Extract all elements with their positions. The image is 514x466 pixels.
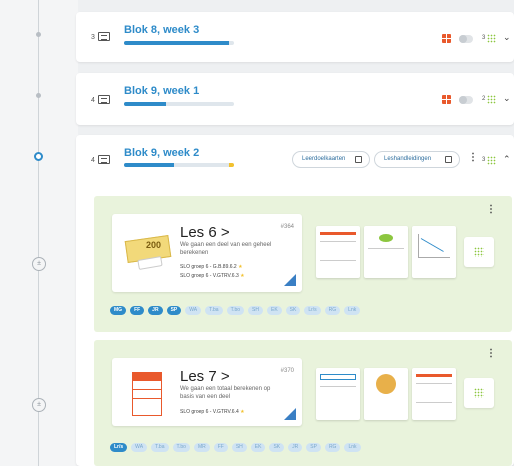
tag-chip[interactable]: Lnk <box>344 306 361 315</box>
blok-title[interactable]: Blok 9, week 1 <box>124 85 199 97</box>
tag-chip[interactable]: SP <box>306 443 321 452</box>
tag-chip[interactable]: MG <box>110 306 127 315</box>
book-icon <box>98 95 110 104</box>
timeline-line <box>38 0 39 466</box>
lesson-number: #370 <box>280 368 294 374</box>
grid-icon <box>474 388 484 398</box>
book-icon <box>98 32 110 41</box>
tag-chip[interactable]: WA <box>185 306 202 315</box>
book-icon <box>445 156 452 163</box>
chevron-down-icon[interactable]: ⌄ <box>503 93 511 104</box>
lesson-more-menu-icon[interactable]: ⋮ <box>486 348 496 359</box>
worksheet-thumbnail[interactable] <box>316 226 360 278</box>
slo-goal: SLO groep 6 - V.GTRV.6.3 ★ <box>180 273 245 279</box>
tag-chip[interactable]: EK <box>266 306 282 315</box>
slo-goal: SLO groep 6 - G.B.89.6.2 ★ <box>180 264 243 270</box>
chevron-down-icon[interactable]: ⌄ <box>503 32 511 43</box>
tag-chip[interactable]: Lr/s <box>304 306 321 315</box>
worksheet-thumbnail[interactable] <box>364 368 408 420</box>
grid-count: 3 <box>482 35 486 41</box>
lesson-number: #364 <box>280 224 294 230</box>
tag-chip[interactable]: JR <box>288 443 303 452</box>
tag-chip[interactable]: WA <box>131 443 148 452</box>
chevron-up-icon[interactable]: ⌃ <box>503 154 511 165</box>
visibility-toggle[interactable] <box>459 35 473 43</box>
blok-number: 3 <box>91 34 95 41</box>
grid-count: 3 <box>482 157 486 163</box>
tag-chip[interactable]: Lr/s <box>110 443 128 452</box>
tag-list: MG FF JR SP WA T.ba T.bo SH EK SK Lr/s RG Lnk <box>110 306 361 315</box>
lesson-description: We gaan een deel van een geheel berekene… <box>180 242 272 256</box>
blok-card[interactable]: 4 Blok 9, week 1 2 ⌄ <box>76 73 514 125</box>
tag-chip[interactable]: Lnk <box>344 443 361 452</box>
tag-chip[interactable]: RG <box>324 306 341 315</box>
money-illustration: 200 <box>120 235 172 271</box>
timeline-dot[interactable] <box>36 93 41 98</box>
leerdoelkaarten-button[interactable]: Leerdoelkaarten <box>292 151 370 168</box>
exercise-tile-button[interactable] <box>464 378 494 408</box>
blok-number: 4 <box>91 97 95 104</box>
worksheet-thumbnail[interactable] <box>412 226 456 278</box>
table-illustration <box>132 372 162 416</box>
button-label: Leerdoelkaarten <box>302 156 346 162</box>
tag-chip[interactable]: SH <box>248 306 263 315</box>
blok-progress <box>124 163 234 167</box>
tag-chip[interactable]: T.ba <box>151 443 169 452</box>
lesson-timeline-icon: ± <box>32 257 46 271</box>
blok-title[interactable]: Blok 9, week 2 <box>124 147 199 159</box>
lesson-panel: ⋮ 200 Les 6 > #364 We gaan een deel van … <box>94 196 512 332</box>
exercise-tile-button[interactable] <box>464 237 494 267</box>
tag-chip[interactable]: FF <box>213 443 228 452</box>
book-icon <box>98 155 110 164</box>
lesson-card[interactable]: Les 7 > #370 We gaan een totaal berekene… <box>112 358 302 426</box>
grid-icon[interactable] <box>487 34 496 43</box>
lesson-more-menu-icon[interactable]: ⋮ <box>486 204 496 215</box>
grid-icon[interactable] <box>487 95 496 104</box>
level-indicator-icon <box>284 274 296 286</box>
gift-icon[interactable] <box>442 34 451 43</box>
gift-icon[interactable] <box>442 95 451 104</box>
blok-number: 4 <box>91 157 95 164</box>
lesson-description: We gaan een totaal berekenen op basis va… <box>180 386 271 400</box>
tag-chip[interactable]: T.ba <box>205 306 223 315</box>
lesson-panel: ⋮ Les 7 > #370 We gaan een totaal bereke… <box>94 340 512 466</box>
worksheet-thumbnail[interactable] <box>316 368 360 420</box>
banknote-value: 200 <box>146 240 162 250</box>
tag-chip[interactable]: FF <box>130 306 145 315</box>
document-icon <box>355 156 362 163</box>
tag-chip[interactable]: RG <box>324 443 341 452</box>
grid-count: 2 <box>482 96 486 102</box>
tag-chip[interactable]: MR <box>193 443 210 452</box>
tag-chip[interactable]: SH <box>231 443 247 452</box>
more-menu-icon[interactable]: ⋮ <box>468 152 478 163</box>
tag-chip[interactable]: SK <box>285 306 301 315</box>
blok-title[interactable]: Blok 8, week 3 <box>124 24 199 36</box>
slo-goal: SLO groep 6 - V.GTRV.6.4 ★ <box>180 409 245 415</box>
tag-chip[interactable]: T.bo <box>226 306 245 315</box>
lesson-timeline-icon: ± <box>32 398 46 412</box>
timeline-rail: ± ± <box>0 0 78 466</box>
grid-icon[interactable] <box>487 156 496 165</box>
tag-chip[interactable]: SK <box>269 443 285 452</box>
lesson-title[interactable]: Les 7 > <box>180 368 230 385</box>
button-label: Leshandleidingen <box>384 156 432 162</box>
lesson-card[interactable]: 200 Les 6 > #364 We gaan een deel van ee… <box>112 214 302 292</box>
timeline-dot-active[interactable] <box>34 152 43 161</box>
level-indicator-icon <box>284 408 296 420</box>
worksheet-thumbnail[interactable] <box>412 368 456 420</box>
leshandleidingen-button[interactable]: Leshandleidingen <box>374 151 460 168</box>
tag-chip[interactable]: EK <box>250 443 266 452</box>
timeline-dot[interactable] <box>36 32 41 37</box>
visibility-toggle[interactable] <box>459 96 473 104</box>
worksheet-thumbnail[interactable] <box>364 226 408 278</box>
tag-chip[interactable]: SP <box>166 306 182 315</box>
lesson-title[interactable]: Les 6 > <box>180 224 230 241</box>
blok-card[interactable]: 3 Blok 8, week 3 3 ⌄ <box>76 12 514 62</box>
blok-progress <box>124 102 234 106</box>
grid-icon <box>474 247 484 257</box>
tag-chip[interactable]: JR <box>148 306 163 315</box>
tag-list: Lr/s WA T.ba T.bo MR FF SH EK SK JR SP RG Lnk <box>110 443 361 452</box>
tag-chip[interactable]: T.bo <box>172 443 190 452</box>
blok-progress <box>124 41 234 45</box>
